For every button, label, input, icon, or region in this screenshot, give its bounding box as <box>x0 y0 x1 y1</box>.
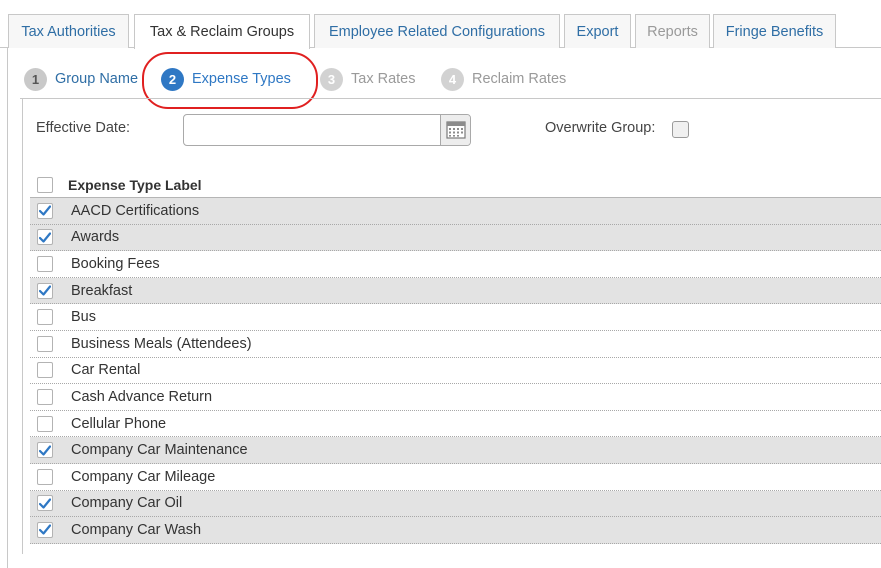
expense-type-label: Breakfast <box>71 282 133 299</box>
expense-type-checkbox[interactable] <box>37 495 53 512</box>
list-item[interactable]: Cellular Phone <box>30 411 881 438</box>
expense-type-label: Awards <box>71 229 120 246</box>
expense-type-label: Company Car Mileage <box>71 468 216 485</box>
step-label: Reclaim Rates <box>472 71 567 87</box>
tab-fringe-benefits[interactable]: Fringe Benefits <box>713 14 836 48</box>
checkmark-icon <box>39 285 51 296</box>
checkmark-icon <box>39 205 51 216</box>
expense-type-label-header: Expense Type Label <box>68 176 202 193</box>
expense-type-label: AACD Certifications <box>71 202 200 219</box>
step-number: 3 <box>320 67 343 91</box>
expense-type-label: Booking Fees <box>71 255 160 272</box>
expense-type-checkbox[interactable] <box>37 415 53 432</box>
expense-type-checkbox[interactable] <box>37 521 53 538</box>
list-item[interactable]: Cash Advance Return <box>30 384 881 411</box>
expense-type-label: Cellular Phone <box>71 415 167 432</box>
list-item[interactable]: Business Meals (Attendees) <box>30 331 881 358</box>
calendar-icon <box>445 121 466 139</box>
checkmark-icon <box>39 498 51 509</box>
expense-type-label: Company Car Maintenance <box>71 442 248 459</box>
expense-type-checkbox[interactable] <box>37 388 53 405</box>
expense-type-checkbox[interactable] <box>37 309 53 326</box>
list-item[interactable]: Car Rental <box>30 358 881 385</box>
expense-type-checkbox[interactable] <box>37 229 53 246</box>
expense-type-checkbox[interactable] <box>37 282 53 299</box>
step-label: Tax Rates <box>351 71 416 87</box>
step-number: 2 <box>161 67 184 91</box>
top-tab-bar: Tax Authorities Tax & Reclaim Groups Emp… <box>0 0 881 49</box>
expense-type-checkbox[interactable] <box>37 255 53 272</box>
select-all-checkbox[interactable] <box>37 176 53 193</box>
step-label: Group Name <box>55 71 139 87</box>
effective-date-input[interactable] <box>183 114 471 146</box>
expense-type-label: Company Car Wash <box>71 521 202 538</box>
expense-type-label: Bus <box>71 309 96 326</box>
list-item[interactable]: Awards <box>30 224 881 252</box>
step-tax-rates: 3 Tax Rates <box>320 67 415 91</box>
tab-reports: Reports <box>635 14 710 48</box>
list-item[interactable]: Company Car Mileage <box>30 464 881 491</box>
expense-type-checkbox[interactable] <box>37 442 53 459</box>
tab-employee-related-configurations[interactable]: Employee Related Configurations <box>314 14 560 48</box>
tab-tax-reclaim-groups[interactable]: Tax & Reclaim Groups <box>134 14 310 49</box>
overwrite-group-checkbox[interactable] <box>672 121 689 138</box>
step-reclaim-rates: 4 Reclaim Rates <box>441 67 566 91</box>
expense-type-checkbox[interactable] <box>37 202 53 219</box>
calendar-button[interactable] <box>440 115 470 145</box>
expense-type-checkbox[interactable] <box>37 468 53 485</box>
expense-type-label: Business Meals (Attendees) <box>71 335 252 352</box>
list-item[interactable]: Bus <box>30 304 881 331</box>
checkmark-icon <box>39 445 51 456</box>
checkmark-icon <box>39 524 51 536</box>
step-label: Expense Types <box>192 71 291 87</box>
list-item[interactable]: AACD Certifications <box>30 198 881 225</box>
checkmark-icon <box>39 232 51 243</box>
step-number: 4 <box>441 67 464 91</box>
tab-tax-authorities[interactable]: Tax Authorities <box>8 14 129 48</box>
overwrite-group-label: Overwrite Group: <box>545 120 656 136</box>
expense-type-list: AACD Certifications Awards Booking Fees Bre… <box>30 198 881 544</box>
list-item[interactable]: Company Car Wash <box>30 517 881 544</box>
expense-type-label: Car Rental <box>71 362 141 379</box>
step-number: 1 <box>24 67 47 91</box>
list-item[interactable]: Breakfast <box>30 277 881 305</box>
expense-type-checkbox[interactable] <box>37 362 53 379</box>
list-item[interactable]: Company Car Oil <box>30 490 881 518</box>
effective-date-label: Effective Date: <box>36 120 131 136</box>
list-item[interactable]: Booking Fees <box>30 251 881 278</box>
step-group-name[interactable]: 1 Group Name <box>24 67 138 91</box>
expense-type-checkbox[interactable] <box>37 335 53 352</box>
list-header: Expense Type Label <box>30 172 881 198</box>
step-expense-types[interactable]: 2 Expense Types <box>161 67 291 91</box>
tab-export[interactable]: Export <box>564 14 631 48</box>
expense-type-label: Company Car Oil <box>71 495 183 512</box>
expense-type-label: Cash Advance Return <box>71 388 213 405</box>
list-item[interactable]: Company Car Maintenance <box>30 437 881 464</box>
